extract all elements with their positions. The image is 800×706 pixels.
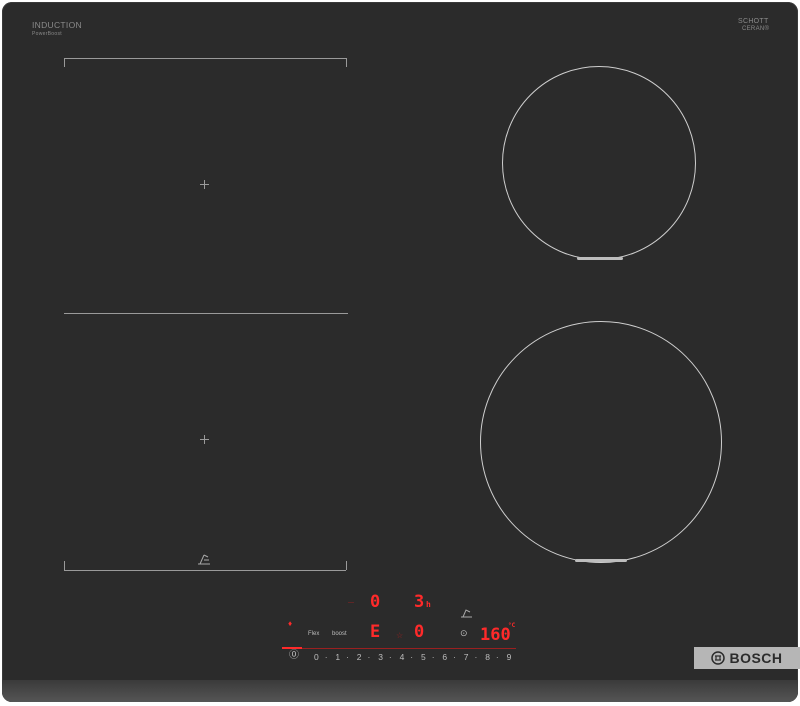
zone-center-cross-icon <box>200 435 209 444</box>
cooking-zone-right-bottom[interactable] <box>480 321 722 563</box>
cooking-zone-right-top[interactable] <box>502 66 696 260</box>
flex-label[interactable]: Flex <box>308 631 319 638</box>
power-level-7[interactable]: 7 <box>464 652 469 662</box>
display-temperature[interactable]: 160 <box>480 625 511 645</box>
power-slider-fill <box>282 647 302 649</box>
power-level-6[interactable]: 6 <box>442 652 447 662</box>
flex-zone-top-edge <box>64 58 346 59</box>
power-level-5[interactable]: 5 <box>421 652 426 662</box>
power-level-3[interactable]: 3 <box>378 652 383 662</box>
display-mid-left[interactable]: E <box>370 622 380 642</box>
power-level-0[interactable]: 0 <box>314 652 319 662</box>
pan-sensor-small-icon <box>461 609 472 618</box>
power-button-icon[interactable]: ⓪ <box>289 651 299 661</box>
cooktop-glass: INDUCTION PowerBoost SCHOTT CERAN® — 0 3… <box>2 2 798 702</box>
power-level-1[interactable]: 1 <box>335 652 340 662</box>
bosch-logo-icon <box>711 651 726 665</box>
power-level-4[interactable]: 4 <box>400 652 405 662</box>
flex-zone-bottom-edge <box>64 570 346 571</box>
zone-marker <box>575 559 627 562</box>
display-temperature-unit: °C <box>508 622 516 629</box>
flex-zone-bottom-left-corner <box>64 561 65 570</box>
display-mid-right[interactable]: 0 <box>414 622 424 642</box>
powerboost-label: PowerBoost <box>32 31 62 37</box>
power-scale-dot: · <box>324 652 328 662</box>
zone-indicator-icon: — <box>348 600 354 606</box>
power-level-2[interactable]: 2 <box>357 652 362 662</box>
schott-label: SCHOTT <box>738 18 769 25</box>
power-scale-dot: · <box>410 652 414 662</box>
bosch-brand-plate: BOSCH <box>694 647 800 669</box>
display-top-right[interactable]: 3 <box>414 592 424 612</box>
bosch-brand-name: BOSCH <box>729 650 783 666</box>
power-scale-dot: · <box>474 652 478 662</box>
clock-icon[interactable]: ⊙ <box>460 629 468 638</box>
power-slider-track[interactable] <box>282 648 516 649</box>
pan-sensor-icon <box>198 554 210 565</box>
power-scale-dot: · <box>431 652 435 662</box>
induction-label: INDUCTION <box>32 20 82 30</box>
flex-zone-divider <box>64 313 348 314</box>
zone-center-cross-icon <box>200 180 209 189</box>
timer-icon: ☆ <box>396 631 404 640</box>
ceran-label: CERAN® <box>742 26 770 32</box>
power-scale-dot: · <box>367 652 371 662</box>
cooktop-front-edge <box>2 680 798 702</box>
power-scale-dot: · <box>495 652 499 662</box>
flex-zone-bottom-right-corner <box>346 561 347 570</box>
display-top-left[interactable]: 0 <box>370 592 380 612</box>
power-level-9[interactable]: 9 <box>507 652 512 662</box>
boost-label[interactable]: boost <box>332 631 347 638</box>
power-indicator-icon: ♦ <box>288 619 293 628</box>
flex-zone-top-right-corner <box>346 58 347 67</box>
display-top-right-unit: h <box>426 600 431 609</box>
power-scale-dot: · <box>388 652 392 662</box>
power-scale-dot: · <box>346 652 349 662</box>
flex-zone-top-left-corner <box>64 58 65 67</box>
power-level-8[interactable]: 8 <box>485 652 490 662</box>
power-scale-dot: · <box>453 652 456 662</box>
zone-marker <box>577 257 623 260</box>
